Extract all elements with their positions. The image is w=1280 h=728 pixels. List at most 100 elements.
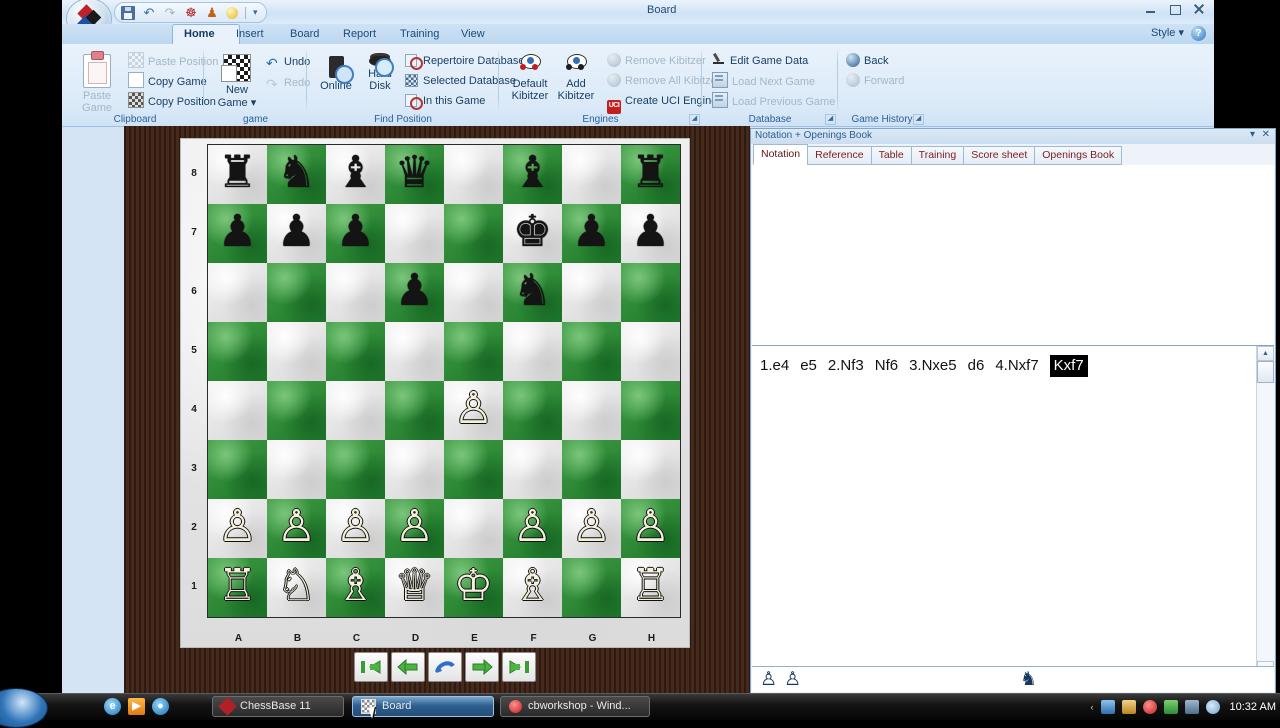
square-c5[interactable] xyxy=(326,322,385,381)
copy-game-button[interactable]: Copy Game xyxy=(128,72,207,90)
hard-disk-button[interactable]: Hard Disk xyxy=(353,52,407,92)
square-f5[interactable] xyxy=(503,322,562,381)
square-a6[interactable] xyxy=(208,263,267,322)
undo-button[interactable]: ↶ Undo xyxy=(266,53,310,71)
piece-p[interactable]: ♟ xyxy=(395,268,434,313)
tray-volume-icon[interactable] xyxy=(1205,700,1220,714)
tray-icon-3[interactable] xyxy=(1142,700,1157,714)
tab-training[interactable]: Training xyxy=(389,24,450,44)
media-player-icon[interactable]: ▶ xyxy=(128,698,145,715)
piece-q[interactable]: ♛ xyxy=(395,150,434,195)
square-e1[interactable]: ♔ xyxy=(444,558,503,617)
notation-tab-openings-book[interactable]: Openings Book xyxy=(1034,146,1123,165)
square-b6[interactable] xyxy=(267,263,326,322)
square-h2[interactable]: ♙ xyxy=(621,499,680,558)
move-6[interactable]: d6 xyxy=(968,356,985,376)
add-kibitzer-button[interactable]: Add Kibitzer xyxy=(549,50,603,102)
person-icon[interactable]: ♟ xyxy=(205,5,219,20)
flip-board-button[interactable] xyxy=(428,652,462,682)
square-g5[interactable] xyxy=(562,322,621,381)
square-b2[interactable]: ♙ xyxy=(267,499,326,558)
edit-game-data-button[interactable]: Edit Game Data xyxy=(712,52,808,70)
bulb-icon[interactable] xyxy=(226,7,238,19)
square-g2[interactable]: ♙ xyxy=(562,499,621,558)
piece-P[interactable]: ♙ xyxy=(218,504,257,549)
piece-B[interactable]: ♗ xyxy=(513,563,552,608)
scroll-up-icon[interactable]: ▲ xyxy=(1257,346,1274,361)
tab-board[interactable]: Board xyxy=(279,24,330,44)
opera-quicklaunch-icon[interactable]: ● xyxy=(152,698,169,715)
square-g8[interactable] xyxy=(562,145,621,204)
square-b1[interactable]: ♘ xyxy=(267,558,326,617)
piece-b[interactable]: ♝ xyxy=(513,150,552,195)
square-f6[interactable]: ♞ xyxy=(503,263,562,322)
square-f2[interactable]: ♙ xyxy=(503,499,562,558)
tab-view[interactable]: View xyxy=(450,24,496,44)
square-c1[interactable]: ♗ xyxy=(326,558,385,617)
piece-r[interactable]: ♜ xyxy=(631,150,670,195)
piece-N[interactable]: ♘ xyxy=(277,563,316,608)
square-a3[interactable] xyxy=(208,440,267,499)
square-e8[interactable] xyxy=(444,145,503,204)
notation-tab-notation[interactable]: Notation xyxy=(753,144,809,165)
square-b8[interactable]: ♞ xyxy=(267,145,326,204)
clock[interactable]: 10:32 AM xyxy=(1230,701,1276,713)
tray-network-icon[interactable] xyxy=(1184,700,1199,714)
piece-B[interactable]: ♗ xyxy=(336,563,375,608)
load-previous-game-button[interactable]: Load Previous Game xyxy=(712,92,835,110)
square-h5[interactable] xyxy=(621,322,680,381)
go-to-start-button[interactable] xyxy=(354,652,388,682)
square-e2[interactable] xyxy=(444,499,503,558)
taskbar-button-cbworkshop[interactable]: cbworkshop - Wind... xyxy=(500,696,650,717)
more-icon[interactable]: ▾ xyxy=(253,7,258,18)
taskbar-button-chessbase[interactable]: ChessBase 11 xyxy=(212,696,344,717)
square-h4[interactable] xyxy=(621,381,680,440)
new-game-button[interactable]: New Game ▾ xyxy=(210,50,264,109)
square-d4[interactable] xyxy=(385,381,444,440)
remove-kibitzer-button[interactable]: Remove Kibitzer xyxy=(607,52,706,70)
load-next-game-button[interactable]: Load Next Game xyxy=(712,72,815,90)
square-f8[interactable]: ♝ xyxy=(503,145,562,204)
back-button[interactable]: Back xyxy=(846,52,888,70)
piece-R[interactable]: ♖ xyxy=(631,563,670,608)
piece-p[interactable]: ♟ xyxy=(218,209,257,254)
square-g4[interactable] xyxy=(562,381,621,440)
square-c8[interactable]: ♝ xyxy=(326,145,385,204)
style-button[interactable]: Style ▾ xyxy=(1151,26,1184,39)
piece-p[interactable]: ♟ xyxy=(277,209,316,254)
square-d5[interactable] xyxy=(385,322,444,381)
square-e5[interactable] xyxy=(444,322,503,381)
piece-P[interactable]: ♙ xyxy=(572,504,611,549)
in-this-game-button[interactable]: In this Game xyxy=(405,92,485,110)
close-button[interactable] xyxy=(1192,2,1206,16)
square-c6[interactable] xyxy=(326,263,385,322)
square-g6[interactable] xyxy=(562,263,621,322)
tray-icon-1[interactable] xyxy=(1100,700,1115,714)
square-d1[interactable]: ♕ xyxy=(385,558,444,617)
piece-R[interactable]: ♖ xyxy=(218,563,257,608)
piece-n[interactable]: ♞ xyxy=(513,268,552,313)
square-e6[interactable] xyxy=(444,263,503,322)
engines-dialog-launcher[interactable]: ◢ xyxy=(689,114,700,125)
square-e3[interactable] xyxy=(444,440,503,499)
move-list-area[interactable]: 1.e4 e5 2.Nf3 Nf6 3.Nxe5 d6 4.Nxf7 Kxf7 xyxy=(752,346,1274,676)
piece-P[interactable]: ♙ xyxy=(277,504,316,549)
square-a5[interactable] xyxy=(208,322,267,381)
square-h8[interactable]: ♜ xyxy=(621,145,680,204)
square-g7[interactable]: ♟ xyxy=(562,204,621,263)
move-3[interactable]: 2.Nf3 xyxy=(828,356,864,376)
piece-P[interactable]: ♙ xyxy=(513,504,552,549)
piece-p[interactable]: ♟ xyxy=(336,209,375,254)
move-5[interactable]: 3.Nxe5 xyxy=(909,356,957,376)
piece-P[interactable]: ♙ xyxy=(336,504,375,549)
move-8[interactable]: Kxf7 xyxy=(1049,355,1088,377)
minimize-button[interactable] xyxy=(1144,2,1158,16)
piece-b[interactable]: ♝ xyxy=(336,150,375,195)
game-history-dialog-launcher[interactable]: ◢ xyxy=(913,114,924,125)
square-a1[interactable]: ♖ xyxy=(208,558,267,617)
move-list[interactable]: 1.e4 e5 2.Nf3 Nf6 3.Nxe5 d6 4.Nxf7 Kxf7 xyxy=(752,346,1274,386)
square-b5[interactable] xyxy=(267,322,326,381)
notation-scrollbar[interactable]: ▲ ▼ xyxy=(1256,346,1274,676)
start-button-icon[interactable] xyxy=(0,688,48,728)
square-a7[interactable]: ♟ xyxy=(208,204,267,263)
